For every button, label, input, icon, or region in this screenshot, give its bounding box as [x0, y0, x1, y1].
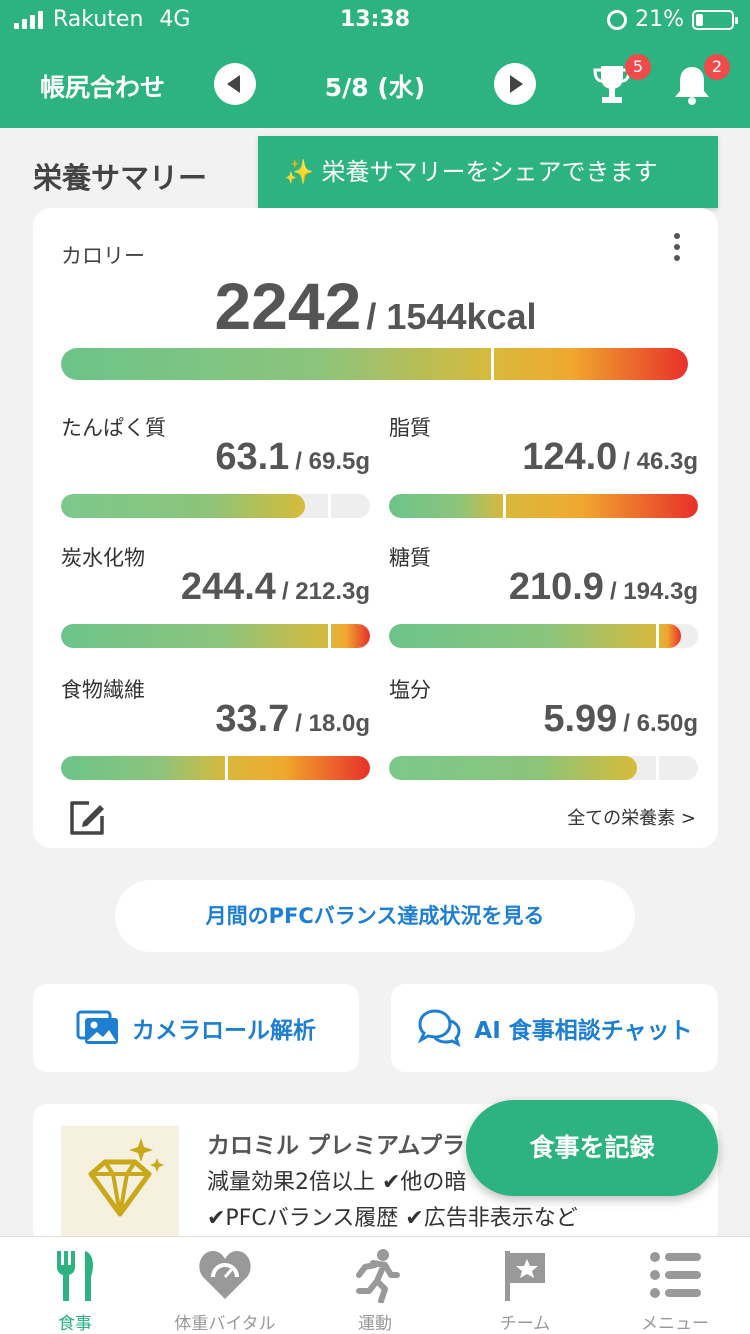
nutrient-progress-fill	[61, 494, 305, 518]
nutrient-label: 糖質	[389, 546, 431, 570]
tab-weight-vitals[interactable]: 体重バイタル	[150, 1237, 300, 1334]
nutrient-progress-bar	[389, 494, 698, 518]
chevron-right-icon	[510, 75, 523, 93]
alarm-icon	[607, 9, 628, 30]
nutrient-target: / 46.3g	[623, 448, 698, 475]
nutrient-progress-fill	[61, 756, 370, 780]
chevron-left-icon	[227, 75, 240, 93]
tab-team[interactable]: チーム	[450, 1237, 600, 1334]
nutrition-summary-card: カロリー 2242 / 1544kcal たんぱく質 63.1/ 69.5g 脂…	[33, 208, 718, 848]
tab-menu-label: メニュー	[641, 1314, 709, 1334]
nutrient-progress-bar	[389, 624, 698, 648]
nutrient-value: 5.99	[543, 698, 618, 740]
nutrient-target-marker	[327, 624, 331, 648]
trophy-button[interactable]: 5	[592, 54, 651, 106]
notification-badge: 2	[704, 54, 730, 80]
section-title: 栄養サマリー	[33, 161, 208, 195]
nutrient-fiber[interactable]: 食物繊維 33.7/ 18.0g	[61, 674, 370, 784]
team-flag-icon	[505, 1251, 545, 1301]
nutrient-target: / 18.0g	[295, 710, 370, 737]
battery-icon	[692, 9, 738, 30]
nutrient-target-marker	[328, 494, 332, 518]
nutrient-progress-fill	[61, 624, 370, 648]
nutrient-fat[interactable]: 脂質 124.0/ 46.3g	[389, 412, 698, 522]
calorie-readout: 2242 / 1544kcal	[33, 268, 718, 344]
nutrient-target-marker	[224, 756, 228, 780]
calorie-label: カロリー	[61, 244, 145, 268]
next-day-button[interactable]	[494, 63, 536, 105]
list-menu-icon	[650, 1252, 701, 1298]
nutrient-progress-fill	[389, 624, 681, 648]
diamond-icon	[88, 1138, 164, 1217]
tab-exercise[interactable]: 運動	[300, 1237, 450, 1334]
pfc-balance-button[interactable]: 月間のPFCバランス達成状況を見る	[115, 880, 635, 952]
calorie-progress-fill	[61, 348, 688, 380]
notification-button[interactable]: 2	[672, 54, 730, 106]
app-header: 帳尻合わせ 5/8 (水) 5 2	[0, 40, 750, 128]
tab-meal[interactable]: 食事	[0, 1237, 150, 1334]
nutrient-target: / 6.50g	[623, 710, 698, 737]
current-date[interactable]: 5/8 (水)	[274, 68, 476, 104]
calorie-target: / 1544kcal	[366, 296, 537, 337]
nutrient-progress-bar	[61, 494, 370, 518]
tab-meal-label: 食事	[58, 1314, 92, 1334]
ai-chat-label: AI 食事相談チャット	[474, 1018, 693, 1044]
calorie-target-marker	[491, 348, 495, 380]
calorie-value: 2242	[214, 269, 362, 343]
nutrient-progress-bar	[61, 624, 370, 648]
fork-knife-icon	[57, 1251, 93, 1301]
nutrient-salt[interactable]: 塩分 5.99/ 6.50g	[389, 674, 698, 784]
running-person-icon	[356, 1249, 400, 1303]
header-title[interactable]: 帳尻合わせ	[40, 68, 165, 104]
nutrient-progress-fill	[389, 494, 698, 518]
promo-title: カロミル プレミアムプラン	[207, 1133, 489, 1159]
all-nutrients-link[interactable]: 全ての栄養素 >	[567, 804, 696, 830]
tab-team-label: チーム	[499, 1314, 551, 1334]
more-options-icon[interactable]	[674, 233, 682, 263]
nutrient-progress-bar	[389, 756, 698, 780]
nutrient-target: / 69.5g	[295, 448, 370, 475]
nutrient-label: たんぱく質	[61, 416, 166, 440]
promo-line-1: 減量効果2倍以上 ✔他の暗	[207, 1170, 467, 1195]
nutrient-protein[interactable]: たんぱく質 63.1/ 69.5g	[61, 412, 370, 522]
share-tooltip[interactable]: ✨ 栄養サマリーをシェアできます	[258, 136, 718, 222]
nutrient-value: 124.0	[522, 436, 618, 478]
tab-menu[interactable]: メニュー	[600, 1237, 750, 1334]
nutrient-target-marker	[656, 756, 660, 780]
nutrient-label: 食物繊維	[61, 678, 145, 702]
ai-chat-button[interactable]: AI 食事相談チャット	[391, 984, 718, 1072]
premium-image	[61, 1126, 179, 1244]
nutrient-target-marker	[656, 624, 660, 648]
prev-day-button[interactable]	[214, 63, 256, 105]
camera-roll-label: カメラロール解析	[132, 1018, 316, 1044]
tab-exercise-label: 運動	[358, 1314, 392, 1334]
status-bar: Rakuten 4G 13:38 21%	[0, 0, 750, 40]
battery-percent: 21%	[635, 7, 684, 32]
chat-bubbles-icon	[418, 1009, 461, 1047]
nutrient-target: / 212.3g	[281, 578, 370, 605]
nutrient-target: / 194.3g	[609, 578, 698, 605]
camera-roll-analysis-button[interactable]: カメラロール解析	[33, 984, 359, 1072]
nutrient-carbohydrate[interactable]: 炭水化物 244.4/ 212.3g	[61, 542, 370, 652]
calorie-progress-bar	[61, 348, 688, 380]
promo-line-2: ✔PFCバランス履歴 ✔広告非表示など	[207, 1206, 578, 1231]
bottom-tab-bar: 食事 体重バイタル 運動 チーム メニュー	[0, 1236, 750, 1334]
nutrient-progress-fill	[389, 756, 637, 780]
nutrient-value: 210.9	[508, 566, 604, 608]
nutrient-label: 塩分	[389, 678, 431, 702]
edit-icon[interactable]	[67, 798, 107, 838]
record-meal-button[interactable]: 食事を記録	[466, 1100, 718, 1196]
nutrient-target-marker	[502, 494, 506, 518]
gallery-icon	[76, 1010, 118, 1044]
nutrient-sugar[interactable]: 糖質 210.9/ 194.3g	[389, 542, 698, 652]
nutrient-progress-bar	[61, 756, 370, 780]
heart-scale-icon	[199, 1251, 251, 1299]
trophy-badge: 5	[625, 54, 651, 80]
nutrient-label: 脂質	[389, 416, 431, 440]
tab-weight-vitals-label: 体重バイタル	[174, 1314, 276, 1334]
nutrient-value: 244.4	[180, 566, 276, 608]
nutrient-label: 炭水化物	[61, 546, 145, 570]
nutrient-value: 63.1	[215, 436, 290, 478]
nutrient-value: 33.7	[215, 698, 290, 740]
